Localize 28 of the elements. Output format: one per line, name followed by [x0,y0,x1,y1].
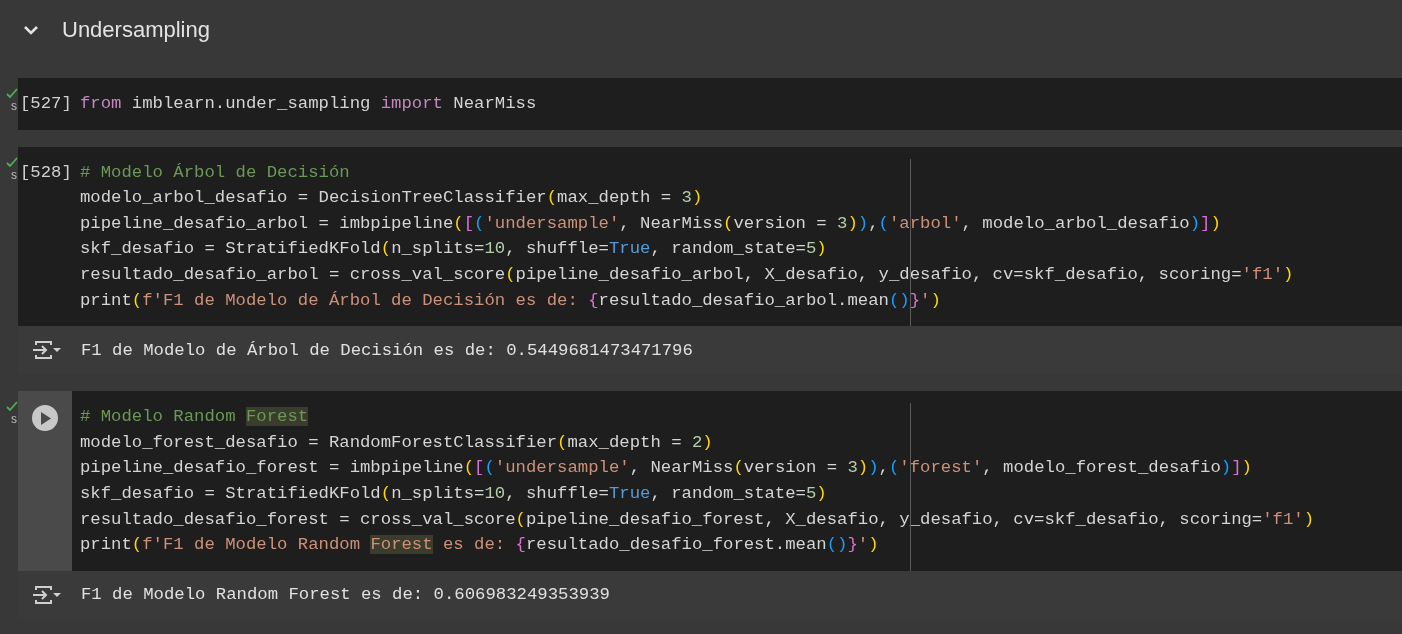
code-line: # Modelo Random Forest [80,406,310,429]
code-line: modelo_arbol_desafio = DecisionTreeClassifier(max_depth = 3) [80,187,704,210]
code-line: pipeline_desafio_forest = imbpipeline([('undersample', NearMiss(version = 3)),('forest', modelo_forest_desafio)]) [80,457,1253,480]
code-cell[interactable] [18,146,1402,327]
code-line: skf_desafio = StratifiedKFold(n_splits=10, shuffle=True, random_state=5) [80,238,828,261]
execution-time: s [11,412,18,427]
play-icon [39,411,51,425]
code-line: print(f'F1 de Modelo Random Forest es de: {resultado_desafio_forest.mean()}') [80,534,880,557]
code-line: resultado_desafio_forest = cross_val_score(pipeline_desafio_forest, X_desafio, y_desafio, cv=skf_desafio, scoring='f1') [80,508,1315,531]
output-toggle-icon[interactable] [32,339,62,362]
code-line: modelo_forest_desafio = RandomForestClassifier(max_depth = 2) [80,431,714,454]
code-line: from imblearn.under_sampling import NearMiss [80,93,537,115]
output-text: F1 de Modelo Random Forest es de: 0.606983249353939 [81,585,610,605]
execution-time: s [11,99,18,113]
execution-count: [527] [19,93,72,115]
output-text: F1 de Modelo de Árbol de Decisión es de: 0.5449681473471796 [81,340,693,360]
execution-time: s [11,167,18,182]
play-button[interactable] [32,405,58,432]
output-toggle-icon[interactable] [32,583,62,606]
code-cell[interactable]: [527] from imblearn.under_sampling import NearMiss [18,78,1402,130]
code-line: skf_desafio = StratifiedKFold(n_splits=10, shuffle=True, random_state=5) [80,482,828,505]
section-title: Undersampling [62,17,210,43]
code-line: # Modelo Árbol de Decisión [80,161,351,184]
code-line: pipeline_desafio_arbol = imbpipeline([('undersample', NearMiss(version = 3)),('arbol', modelo_arbol_desafio)]) [80,212,1222,235]
code-line: resultado_desafio_arbol = cross_val_score(pipeline_desafio_arbol, X_desafio, y_desafio, cv=skf_desafio, scoring='f1') [80,263,1294,286]
code-line: print(f'F1 de Modelo de Árbol de Decisión es de: {resultado_desafio_arbol.mean()}') [80,289,942,312]
code-cell[interactable] [18,391,1402,571]
execution-count: [528] [19,161,72,184]
